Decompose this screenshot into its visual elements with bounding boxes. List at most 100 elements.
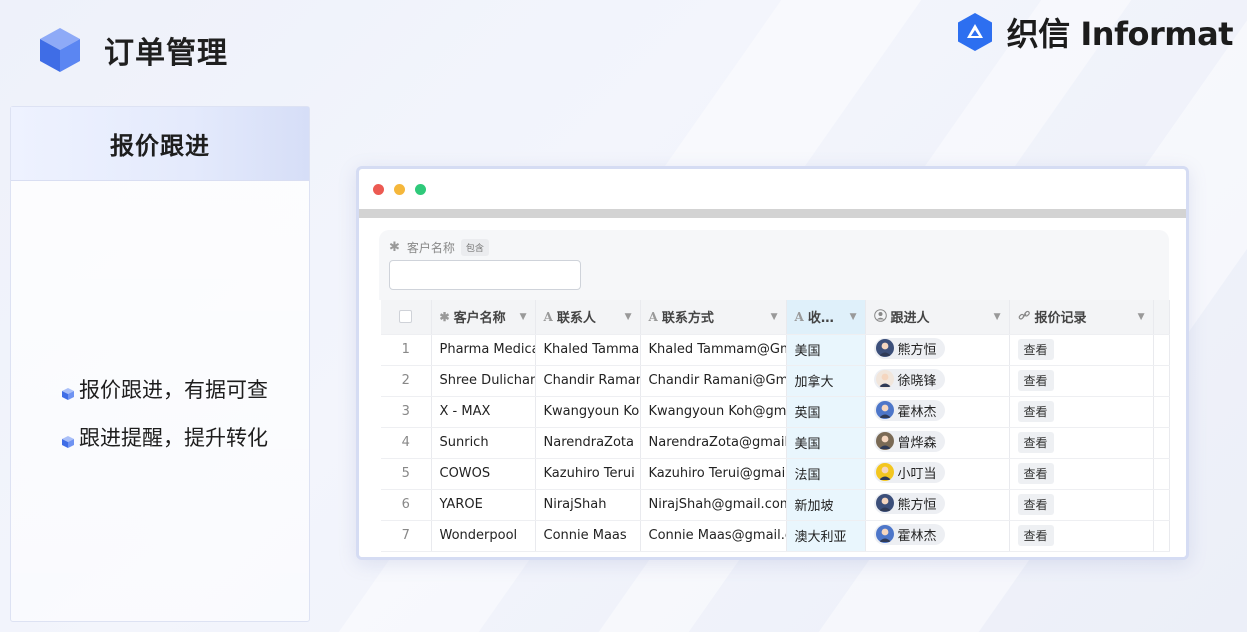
table-row[interactable]: 6 YAROE NirajShah NirajShah@gmail.com 新加… [381, 489, 1170, 521]
view-button[interactable]: 查看 [1017, 432, 1054, 453]
cell-contact[interactable]: NarendraZota [535, 427, 641, 459]
cell-method[interactable]: Khaled Tammam@Gmail [640, 334, 787, 366]
cell-method[interactable]: NirajShah@gmail.com [640, 489, 787, 521]
cell-owner[interactable]: 霍林杰 [865, 520, 1010, 552]
column-header-customer[interactable]: ✱ 客户名称 ▼ [431, 300, 536, 335]
cell-country[interactable]: 澳大利亚 [786, 520, 866, 552]
cell-spacer [1153, 334, 1170, 366]
cell-spacer [1153, 365, 1170, 397]
cell-method[interactable]: NarendraZota@gmail.co [640, 427, 787, 459]
owner-name: 曾烨森 [897, 435, 937, 451]
customer-filter-input[interactable] [389, 260, 581, 290]
cell-owner[interactable]: 小叮当 [865, 458, 1010, 490]
cell-customer[interactable]: Shree Dulichand [431, 365, 536, 397]
cell-owner[interactable]: 霍林杰 [865, 396, 1010, 428]
owner-name: 小叮当 [897, 466, 937, 482]
table-header-row: ✱ 客户名称 ▼ A 联系人 ▼ A 联系方式 ▼ A 收… ▼ 跟进人 ▼ 报价记录 ▼ [381, 300, 1170, 335]
cell-method[interactable]: Connie Maas@gmail.co [640, 520, 787, 552]
cell-country[interactable]: 新加坡 [786, 489, 866, 521]
cell-contact[interactable]: Kazuhiro Terui [535, 458, 641, 490]
cell-contact[interactable]: Khaled Tammam [535, 334, 641, 366]
column-header-contact[interactable]: A 联系人 ▼ [535, 300, 641, 335]
view-button[interactable]: 查看 [1017, 339, 1054, 360]
cell-customer[interactable]: Pharma Medica [431, 334, 536, 366]
cell-record[interactable]: 查看 [1009, 427, 1154, 459]
user-chip[interactable]: 霍林杰 [873, 399, 945, 421]
owner-name: 熊方恒 [897, 342, 937, 358]
owner-name: 徐晓锋 [897, 373, 937, 389]
cell-owner[interactable]: 熊方恒 [865, 334, 1010, 366]
cell-spacer [1153, 427, 1170, 459]
table-row[interactable]: 5 COWOS Kazuhiro Terui Kazuhiro Terui@gm… [381, 458, 1170, 490]
minimize-dot[interactable] [394, 183, 405, 195]
cell-customer[interactable]: Wonderpool [431, 520, 536, 552]
chevron-down-icon[interactable]: ▼ [994, 312, 1001, 322]
chevron-down-icon[interactable]: ▼ [850, 312, 857, 322]
cell-record[interactable]: 查看 [1009, 334, 1154, 366]
filter-operator-tag[interactable]: 包含 [460, 239, 489, 256]
cell-record[interactable]: 查看 [1009, 489, 1154, 521]
cell-owner[interactable]: 曾烨森 [865, 427, 1010, 459]
user-chip[interactable]: 熊方恒 [873, 337, 945, 359]
cell-spacer [1153, 396, 1170, 428]
chevron-down-icon[interactable]: ▼ [771, 312, 778, 322]
avatar [875, 463, 894, 482]
cell-contact[interactable]: Connie Maas [535, 520, 641, 552]
view-button[interactable]: 查看 [1017, 525, 1054, 546]
table-row[interactable]: 1 Pharma Medica Khaled Tammam Khaled Tam… [381, 334, 1170, 366]
column-header-country[interactable]: A 收… ▼ [786, 300, 866, 335]
person-icon [873, 308, 887, 325]
close-dot[interactable] [373, 183, 384, 195]
user-chip[interactable]: 曾烨森 [873, 430, 945, 452]
view-button[interactable]: 查看 [1017, 370, 1054, 391]
cell-contact[interactable]: Kwangyoun Koh [535, 396, 641, 428]
column-header-owner[interactable]: 跟进人 ▼ [865, 300, 1010, 335]
avatar [875, 401, 894, 420]
table-row[interactable]: 4 Sunrich NarendraZota NarendraZota@gmai… [381, 427, 1170, 459]
row-index: 7 [381, 520, 432, 552]
column-header-method[interactable]: A 联系方式 ▼ [640, 300, 787, 335]
user-chip[interactable]: 徐晓锋 [873, 368, 945, 390]
cell-country[interactable]: 英国 [786, 396, 866, 428]
cell-spacer [1153, 458, 1170, 490]
table-row[interactable]: 7 Wonderpool Connie Maas Connie Maas@gma… [381, 520, 1170, 552]
cell-customer[interactable]: COWOS [431, 458, 536, 490]
chevron-down-icon[interactable]: ▼ [520, 312, 527, 322]
cell-customer[interactable]: X - MAX [431, 396, 536, 428]
view-button[interactable]: 查看 [1017, 494, 1054, 515]
column-header-record[interactable]: 报价记录 ▼ [1009, 300, 1154, 335]
maximize-dot[interactable] [415, 183, 426, 195]
cell-record[interactable]: 查看 [1009, 520, 1154, 552]
row-index: 1 [381, 334, 432, 366]
select-all-checkbox[interactable] [399, 310, 413, 324]
cell-record[interactable]: 查看 [1009, 458, 1154, 490]
view-button[interactable]: 查看 [1017, 401, 1054, 422]
select-all-cell[interactable] [381, 300, 432, 335]
cell-country[interactable]: 法国 [786, 458, 866, 490]
cell-country[interactable]: 美国 [786, 334, 866, 366]
row-index: 4 [381, 427, 432, 459]
cell-method[interactable]: Kazuhiro Terui@gmail.co [640, 458, 787, 490]
view-button[interactable]: 查看 [1017, 463, 1054, 484]
feature-panel: 报价跟进 报价跟进，有据可查 跟进提醒，提升转化 [10, 106, 310, 622]
user-chip[interactable]: 小叮当 [873, 461, 945, 483]
cell-country[interactable]: 美国 [786, 427, 866, 459]
cell-contact[interactable]: NirajShah [535, 489, 641, 521]
table-row[interactable]: 2 Shree Dulichand Chandir Ramani Chandir… [381, 365, 1170, 397]
cell-owner[interactable]: 熊方恒 [865, 489, 1010, 521]
cell-country[interactable]: 加拿大 [786, 365, 866, 397]
cell-contact[interactable]: Chandir Ramani [535, 365, 641, 397]
user-chip[interactable]: 熊方恒 [873, 492, 945, 514]
chevron-down-icon[interactable]: ▼ [625, 312, 632, 322]
cell-method[interactable]: Chandir Ramani@Gmail [640, 365, 787, 397]
cell-method[interactable]: Kwangyoun Koh@gmail [640, 396, 787, 428]
cell-customer[interactable]: YAROE [431, 489, 536, 521]
cell-record[interactable]: 查看 [1009, 396, 1154, 428]
cell-owner[interactable]: 徐晓锋 [865, 365, 1010, 397]
table-row[interactable]: 3 X - MAX Kwangyoun Koh Kwangyoun Koh@gm… [381, 396, 1170, 428]
chevron-down-icon[interactable]: ▼ [1138, 312, 1145, 322]
user-chip[interactable]: 霍林杰 [873, 523, 945, 545]
panel-header: 报价跟进 [11, 107, 309, 181]
cell-record[interactable]: 查看 [1009, 365, 1154, 397]
cell-customer[interactable]: Sunrich [431, 427, 536, 459]
